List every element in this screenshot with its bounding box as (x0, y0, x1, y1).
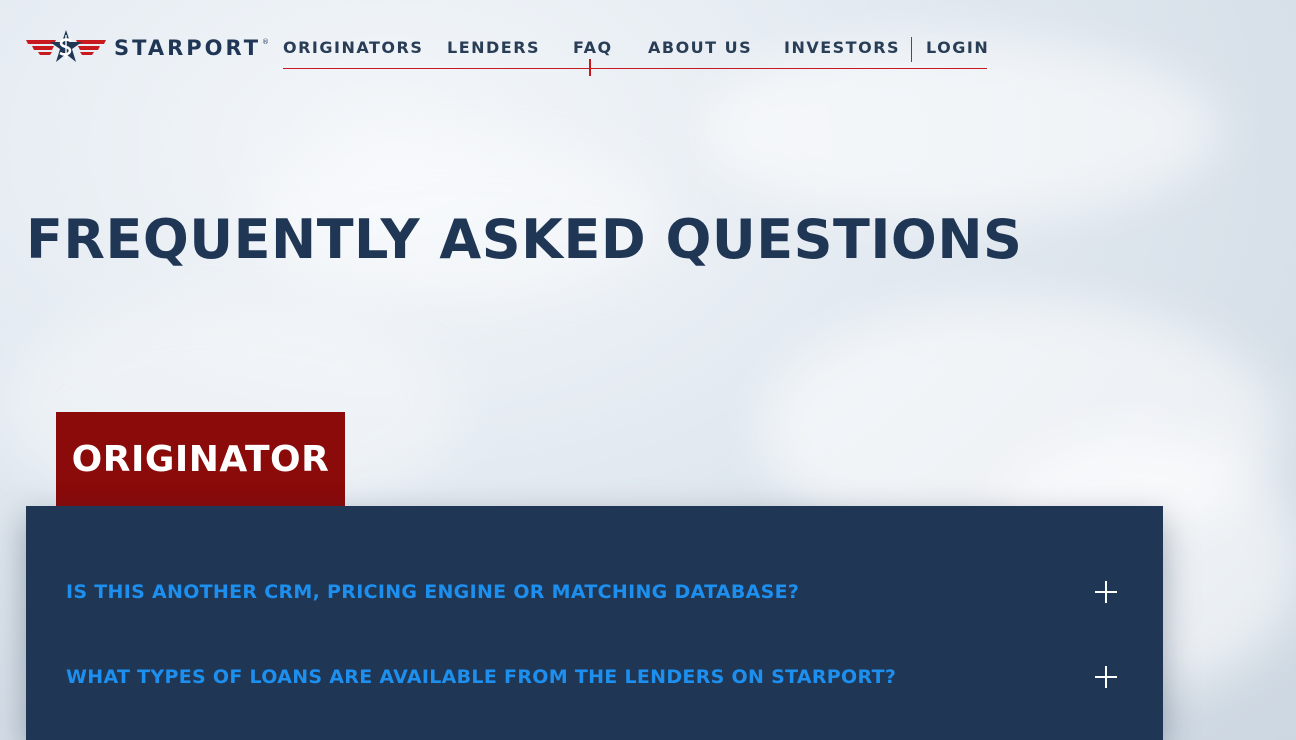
active-nav-indicator (589, 59, 591, 76)
nav-about-us[interactable]: ABOUT US (648, 38, 752, 57)
faq-item[interactable]: IS THIS ANOTHER CRM, PRICING ENGINE OR M… (26, 562, 1163, 622)
main-nav: ORIGINATORS LENDERS FAQ ABOUT US INVESTO… (283, 36, 989, 76)
starport-emblem-icon (26, 30, 106, 66)
registered-mark: ® (262, 38, 270, 46)
nav-faq[interactable]: FAQ (573, 38, 613, 57)
brand-logo[interactable]: STARPORT ® (26, 30, 269, 66)
faq-question[interactable]: WHAT TYPES OF LOANS ARE AVAILABLE FROM T… (66, 666, 896, 688)
nav-originators[interactable]: ORIGINATORS (283, 38, 423, 57)
section-tab-label: ORIGINATOR (71, 438, 330, 480)
brand-name: STARPORT (114, 36, 262, 60)
nav-lenders[interactable]: LENDERS (447, 38, 540, 57)
plus-icon[interactable] (1095, 666, 1117, 688)
faq-item[interactable]: WHAT TYPES OF LOANS ARE AVAILABLE FROM T… (26, 647, 1163, 707)
nav-login[interactable]: LOGIN (926, 38, 989, 57)
faq-panel: IS THIS ANOTHER CRM, PRICING ENGINE OR M… (26, 506, 1163, 740)
nav-divider (911, 37, 912, 62)
section-tab-originator: ORIGINATOR (56, 412, 345, 506)
plus-icon[interactable] (1095, 581, 1117, 603)
nav-investors[interactable]: INVESTORS (784, 38, 900, 57)
page-title: FREQUENTLY ASKED QUESTIONS (26, 208, 1023, 271)
faq-question[interactable]: IS THIS ANOTHER CRM, PRICING ENGINE OR M… (66, 581, 799, 603)
